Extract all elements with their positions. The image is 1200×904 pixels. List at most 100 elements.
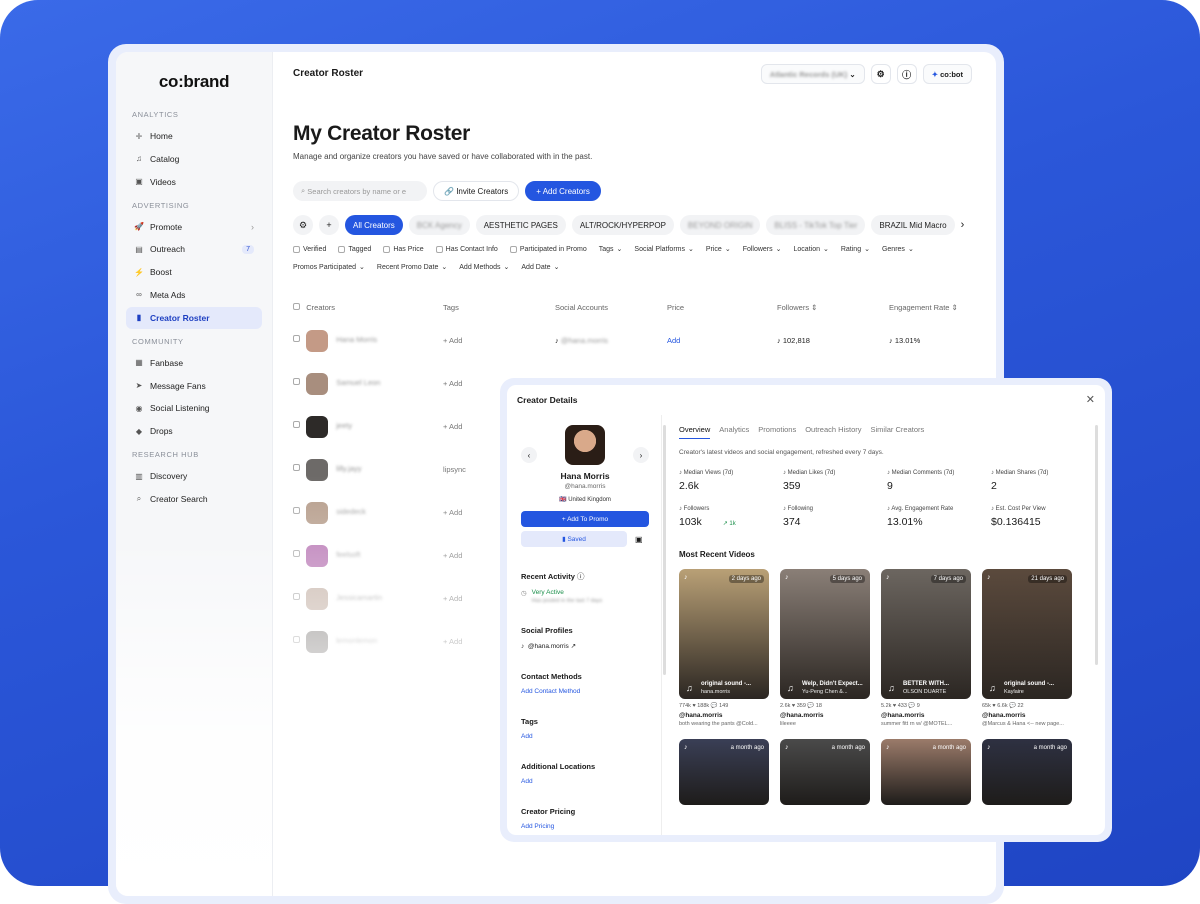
- sidebar-item-creator-roster[interactable]: ▮ Creator Roster: [126, 306, 262, 329]
- tags-label: Tags: [521, 717, 538, 726]
- creator-location: 🇬🇧 United Kingdom: [559, 497, 611, 503]
- tiktok-icon: ♪: [785, 574, 789, 581]
- video-thumbnail[interactable]: ♪ 7 days ago ♫ BETTER WITH... OLSON DUAR…: [881, 569, 971, 699]
- sidebar: co:brand ANALYTICS ✛ Home ♫ Catalog ▣ Videos AD…: [116, 52, 273, 896]
- add-creators-button[interactable]: + Add Creators: [525, 181, 601, 201]
- tab-similar-creators[interactable]: Similar Creators: [871, 425, 925, 439]
- filter-tags[interactable]: Tags ⌄: [599, 245, 623, 254]
- add-tag-link[interactable]: Add: [521, 733, 649, 740]
- chevron-right-icon[interactable]: ›: [961, 219, 965, 231]
- roster-chip[interactable]: BLISS - TikTok Top Tier: [766, 215, 866, 235]
- invite-creators-button[interactable]: 🔗 Invite Creators: [433, 181, 520, 201]
- infinity-icon: ∞: [136, 290, 142, 300]
- sidebar-item-discovery[interactable]: ▥ Discovery: [126, 465, 262, 487]
- gear-icon[interactable]: ⚙: [870, 64, 891, 84]
- page-header-title: Creator Roster: [293, 67, 364, 79]
- filter-has-price[interactable]: Has Price: [383, 245, 424, 253]
- sidebar-item-catalog[interactable]: ♫ Catalog: [126, 148, 262, 170]
- add-pricing-link[interactable]: Add Pricing: [521, 823, 649, 830]
- filter-participated-in-promo[interactable]: Participated in Promo: [509, 245, 587, 253]
- sidebar-item-videos[interactable]: ▣ Videos: [126, 171, 262, 193]
- video-thumbnail[interactable]: ♪ a month ago: [881, 739, 971, 805]
- creator-pricing-label: Creator Pricing: [521, 807, 576, 816]
- add-contact-link[interactable]: Add Contact Method: [521, 688, 649, 695]
- video-thumbnail[interactable]: ♪ 5 days ago ♫ Welp, Didn't Expect... Yu…: [780, 569, 870, 699]
- tab-outreach-history[interactable]: Outreach History: [805, 425, 861, 439]
- sidebar-item-home[interactable]: ✛ Home: [126, 125, 262, 147]
- search-input[interactable]: ⌕ Search creators by name or e: [293, 181, 427, 201]
- sidebar-item-label: Boost: [150, 267, 172, 278]
- sidebar-item-fanbase[interactable]: ▦ Fanbase: [126, 352, 262, 374]
- sidebar-item-label: Creator Roster: [150, 312, 210, 323]
- video-card[interactable]: ♪ 2 days ago ♫ original sound -... hana.…: [679, 569, 769, 727]
- plus-icon[interactable]: +: [319, 215, 339, 235]
- lightning-icon: ⚡: [134, 267, 144, 277]
- sidebar-item-drops[interactable]: ◆ Drops: [126, 420, 262, 442]
- video-thumbnail[interactable]: ♪ a month ago: [679, 739, 769, 805]
- saved-button[interactable]: ▮ Saved: [521, 531, 627, 547]
- roster-chip[interactable]: BRAZIL Mid Macro: [871, 215, 955, 235]
- chevron-left-icon[interactable]: ‹: [521, 447, 537, 463]
- tab-promotions[interactable]: Promotions: [758, 425, 796, 439]
- select-all-checkbox[interactable]: [293, 302, 300, 310]
- sidebar-item-social-listening[interactable]: ◉ Social Listening: [126, 397, 262, 419]
- roster-chip[interactable]: All Creators: [345, 215, 403, 235]
- sidebar-item-outreach[interactable]: ▤ Outreach 7: [126, 238, 262, 260]
- avatar: [306, 415, 329, 438]
- video-thumbnail[interactable]: ♪ 2 days ago ♫ original sound -... hana.…: [679, 569, 769, 699]
- cobot-button[interactable]: ✦ co:bot: [922, 64, 972, 84]
- sidebar-item-creator-search[interactable]: ⌕ Creator Search: [126, 488, 262, 510]
- tab-analytics[interactable]: Analytics: [719, 425, 749, 439]
- filter-followers[interactable]: Followers ⌄: [743, 245, 782, 254]
- filter-add-date[interactable]: Add Date ⌄: [521, 263, 559, 272]
- video-card[interactable]: ♪ 7 days ago ♫ BETTER WITH... OLSON DUAR…: [881, 569, 971, 727]
- roster-chip[interactable]: BCK Agency: [408, 215, 470, 235]
- avatar: [565, 425, 605, 465]
- right-scrollbar[interactable]: [1095, 425, 1098, 665]
- sidebar-item-label: Drops: [150, 426, 173, 437]
- tab-overview[interactable]: Overview: [679, 425, 711, 439]
- workspace-selector[interactable]: Atlantic Records (UK) ⌄: [760, 64, 865, 84]
- roster-chip[interactable]: AESTHETIC PAGES: [475, 215, 566, 235]
- add-to-promo-button[interactable]: + Add To Promo: [521, 511, 649, 527]
- settings-icon[interactable]: ⚙: [293, 215, 313, 235]
- creator-handle: @hana.morris: [564, 483, 606, 490]
- bookmark-icon: ▮: [136, 313, 142, 323]
- add-location-link[interactable]: Add: [521, 778, 649, 785]
- filter-rating[interactable]: Rating ⌄: [841, 245, 870, 254]
- filter-recent-promo-date[interactable]: Recent Promo Date ⌄: [377, 263, 447, 272]
- external-link-icon[interactable]: ↗: [571, 643, 576, 650]
- chevron-right-icon[interactable]: ›: [633, 447, 649, 463]
- clock-icon: ◷: [521, 590, 527, 597]
- video-thumbnail[interactable]: ♪ a month ago: [982, 739, 1072, 805]
- filter-promos-participated[interactable]: Promos Participated ⌄: [293, 263, 365, 272]
- table-row[interactable]: Hana Morris + Add ♪ @hana.morris Add ♪ 1…: [293, 319, 993, 362]
- music-note-icon: ♫: [686, 683, 693, 693]
- info-icon[interactable]: ⓘ: [896, 64, 917, 84]
- roster-chip[interactable]: ALT/ROCK/HYPERPOP: [571, 215, 674, 235]
- video-thumbnail[interactable]: ♪ a month ago: [780, 739, 870, 805]
- video-thumbnail[interactable]: ♪ 21 days ago ♫ original sound -... Kayl…: [982, 569, 1072, 699]
- filter-location[interactable]: Location ⌄: [794, 245, 829, 254]
- close-icon[interactable]: ✕: [1086, 393, 1095, 406]
- filter-add-methods[interactable]: Add Methods ⌄: [459, 263, 509, 272]
- stat-card: ♪ Median Comments (7d) 9: [887, 470, 955, 492]
- sidebar-item-label: Discovery: [150, 471, 188, 482]
- filter-price[interactable]: Price ⌄: [706, 245, 731, 254]
- sidebar-item-promote[interactable]: 🚀 Promote ›: [126, 216, 262, 238]
- folder-icon[interactable]: ▣: [635, 535, 643, 544]
- filter-tagged[interactable]: Tagged: [338, 245, 371, 253]
- roster-chip[interactable]: BEYOND ORIGIN: [679, 215, 761, 235]
- sidebar-item-boost[interactable]: ⚡ Boost: [126, 261, 262, 283]
- recent-activity-label: Recent Activity: [521, 572, 575, 581]
- sidebar-item-meta-ads[interactable]: ∞ Meta Ads: [126, 284, 262, 306]
- filter-verified[interactable]: Verified: [293, 245, 326, 253]
- filter-social-platforms[interactable]: Social Platforms ⌄: [634, 245, 693, 254]
- left-scrollbar[interactable]: [663, 425, 666, 675]
- avatar: [306, 372, 329, 395]
- filter-genres[interactable]: Genres ⌄: [882, 245, 914, 254]
- video-card[interactable]: ♪ 5 days ago ♫ Welp, Didn't Expect... Yu…: [780, 569, 870, 727]
- video-card[interactable]: ♪ 21 days ago ♫ original sound -... Kayl…: [982, 569, 1072, 727]
- filter-has-contact-info[interactable]: Has Contact Info: [435, 245, 498, 253]
- sidebar-item-message-fans[interactable]: ➤ Message Fans: [126, 375, 262, 397]
